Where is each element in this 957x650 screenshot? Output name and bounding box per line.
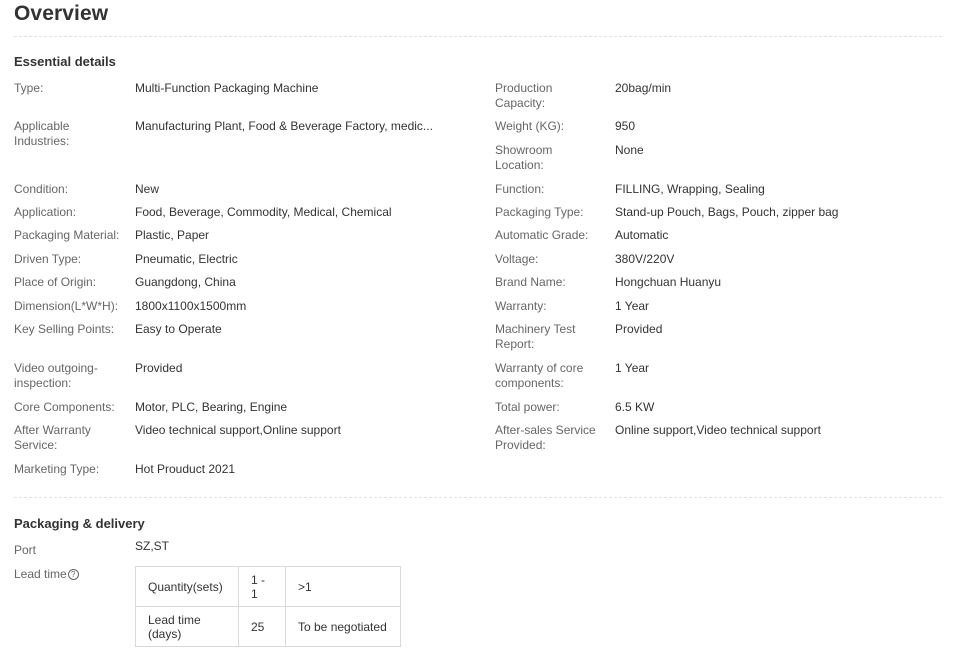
detail-label: Warranty:	[495, 299, 547, 313]
detail-label: Key Selling Points:	[14, 322, 115, 336]
detail-value: Guangdong, China	[135, 275, 236, 289]
detail-value: Plastic, Paper	[135, 228, 210, 242]
detail-value: 20bag/min	[615, 81, 672, 95]
detail-value: Multi-Function Packaging Machine	[135, 81, 319, 95]
detail-value: 1800x1100x1500mm	[135, 299, 247, 313]
detail-label: Function:	[495, 182, 545, 196]
detail-value: Food, Beverage, Commodity, Medical, Chem…	[135, 205, 392, 219]
detail-value: 1 Year	[615, 361, 650, 375]
table-row: Lead time (days) 25 To be negotiated	[135, 606, 401, 647]
detail-value: None	[615, 143, 644, 157]
lead-time-label-text: Lead time	[14, 567, 67, 581]
product-overview: Overview Essential details Type: Multi-F…	[0, 0, 957, 650]
detail-value: 950	[615, 119, 636, 133]
help-icon[interactable]: ?	[67, 569, 79, 580]
detail-label: Automatic Grade:	[495, 228, 589, 242]
detail-value: Stand-up Pouch, Bags, Pouch, zipper bag	[615, 205, 839, 219]
lead-time-table: Quantity(sets) 1 - 1 >1 Lead time (days)…	[135, 566, 401, 647]
detail-value: Easy to Operate	[135, 322, 222, 336]
detail-value: New	[135, 182, 160, 196]
table-cell: >1	[285, 566, 401, 607]
detail-label: Video outgoing-inspection:	[14, 361, 98, 390]
detail-label: Warranty of core components:	[495, 361, 584, 390]
detail-label: Condition:	[14, 182, 69, 196]
detail-label: Application:	[14, 205, 77, 219]
lead-time-label: Lead time?	[14, 567, 124, 582]
detail-label: After-sales Service Provided:	[495, 423, 596, 452]
detail-value: Pneumatic, Electric	[135, 252, 238, 266]
detail-label: Packaging Material:	[14, 228, 120, 242]
port-label: Port	[14, 543, 37, 557]
detail-value: 380V/220V	[615, 252, 675, 266]
detail-value: Video technical support,Online support	[135, 423, 341, 437]
detail-label: Packaging Type:	[495, 205, 584, 219]
divider	[14, 497, 942, 498]
detail-label: Core Components:	[14, 400, 115, 414]
detail-label: Applicable Industries:	[14, 119, 70, 148]
detail-label: Weight (KG):	[495, 119, 565, 133]
detail-label: Dimension(L*W*H):	[14, 299, 119, 313]
detail-value: 1 Year	[615, 299, 650, 313]
detail-label: Machinery Test Report:	[495, 322, 576, 351]
detail-label: Total power:	[495, 400, 560, 414]
detail-label: Voltage:	[495, 252, 539, 266]
detail-value: Motor, PLC, Bearing, Engine	[135, 400, 288, 414]
detail-value: Provided	[135, 361, 183, 375]
detail-value: FILLING, Wrapping, Sealing	[615, 182, 765, 196]
packaging-delivery-heading: Packaging & delivery	[14, 516, 145, 531]
page-title: Overview	[14, 2, 109, 25]
detail-value: Hot Prouduct 2021	[135, 462, 236, 476]
detail-label: Production Capacity:	[495, 81, 553, 110]
detail-value: Online support,Video technical support	[615, 423, 821, 437]
detail-label: Driven Type:	[14, 252, 82, 266]
detail-value: Automatic	[615, 228, 669, 242]
detail-value: Provided	[615, 322, 663, 336]
port-value: SZ,ST	[135, 539, 170, 553]
divider	[14, 36, 942, 37]
detail-label: After Warranty Service:	[14, 423, 91, 452]
table-cell: 1 - 1	[238, 566, 286, 607]
table-cell: 25	[238, 606, 286, 647]
detail-label: Type:	[14, 81, 44, 95]
detail-value: 6.5 KW	[615, 400, 655, 414]
detail-label: Brand Name:	[495, 275, 566, 289]
detail-label: Marketing Type:	[14, 462, 100, 476]
table-cell: Quantity(sets)	[135, 566, 239, 607]
table-cell: To be negotiated	[285, 606, 401, 647]
detail-value: Manufacturing Plant, Food & Beverage Fac…	[135, 119, 433, 133]
essential-details-heading: Essential details	[14, 54, 116, 69]
table-cell: Lead time (days)	[135, 606, 239, 647]
detail-label: Showroom Location:	[495, 143, 553, 172]
detail-label: Place of Origin:	[14, 275, 97, 289]
table-row: Quantity(sets) 1 - 1 >1	[135, 566, 401, 607]
detail-value: Hongchuan Huanyu	[615, 275, 722, 289]
